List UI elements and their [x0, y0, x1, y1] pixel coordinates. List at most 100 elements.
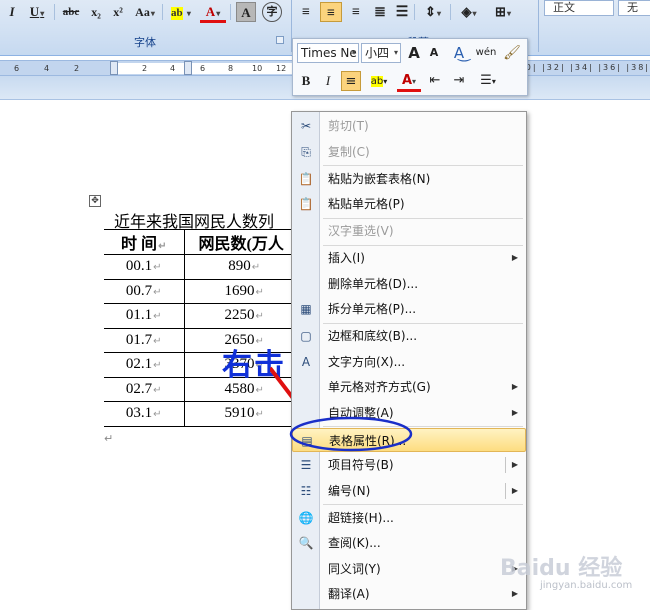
align-left-button[interactable]: ≡ [296, 2, 316, 22]
ruler-column-marker[interactable] [110, 61, 118, 75]
grow-font-button[interactable]: A [405, 43, 423, 63]
borders-icon: ▢ [300, 329, 312, 343]
cell-time[interactable]: 02.7↵ [104, 377, 185, 402]
cell-time[interactable]: 00.1↵ [104, 254, 185, 280]
cell-value: 5910 [224, 405, 255, 422]
highlight-color-button[interactable]: ab [166, 2, 196, 22]
bold-button[interactable]: B [297, 71, 315, 91]
font-dialog-launcher-icon[interactable] [276, 36, 284, 44]
table-move-handle-icon[interactable]: ✥ [89, 195, 101, 207]
italic-button[interactable]: I [319, 71, 337, 91]
cell-time[interactable]: 03.1↵ [104, 401, 185, 427]
menu-item-label: 查阅(K)... [328, 536, 381, 550]
ruler-tick: 12 [276, 64, 287, 73]
enclose-characters-button[interactable]: 字 [262, 2, 282, 22]
cell-users[interactable]: 2250↵ [184, 303, 304, 329]
menu-item[interactable]: 单元格对齐方式(G) ▶ [292, 375, 526, 399]
cell-value: 00.1 [125, 258, 153, 275]
numbering-icon: ☷ [300, 483, 312, 498]
scissors-icon: ✂ [300, 119, 312, 133]
format-painter-button[interactable]: 🖌 [501, 43, 523, 63]
menu-item[interactable]: 🔍 查阅(K)... [292, 531, 526, 555]
character-shading-button[interactable]: A [236, 2, 256, 22]
italic-button[interactable]: I [4, 2, 20, 22]
submenu-arrow-icon: ▶ [511, 460, 518, 469]
menu-item[interactable]: A 文字方向(X)... [292, 350, 526, 374]
menu-item[interactable]: 删除单元格(D)... [292, 272, 526, 296]
menu-item[interactable]: 插入(I) ▶ [292, 246, 526, 270]
menu-item[interactable]: ▢ 边框和底纹(B)... [292, 324, 526, 348]
menu-item[interactable]: ☰ 项目符号(B) ▶ [292, 453, 526, 477]
change-case-button[interactable]: Aa [132, 2, 158, 22]
line-spacing-button[interactable]: ⇕ [418, 2, 448, 22]
paragraph-mark: ↵ [251, 262, 261, 274]
menu-item-label: 项目符号(B) [328, 458, 394, 472]
paragraph-mark: ↵ [153, 360, 162, 372]
align-center-icon: ≡ [327, 6, 335, 21]
font-size-select[interactable]: 小四 [361, 43, 401, 63]
highlight-button[interactable]: ab▾ [365, 71, 393, 91]
shrink-font-button[interactable]: A [425, 43, 443, 63]
chevron-down-icon: ▾ [412, 77, 417, 86]
menu-item[interactable]: ⎘ 复制(C) [292, 140, 526, 164]
menu-item[interactable]: 📋 粘贴单元格(P) [292, 192, 526, 216]
paragraph-mark: ↵ [255, 384, 264, 396]
align-right-button[interactable]: ≡ [346, 2, 366, 22]
column-header-time[interactable]: 时 间↵ [104, 229, 185, 255]
shading-button[interactable]: ◈ [454, 2, 484, 22]
ruler-tick: 6 [14, 64, 20, 73]
split-cells-icon: ▦ [300, 302, 312, 316]
menu-item[interactable]: 📋 粘贴为嵌套表格(N) [292, 167, 526, 191]
cell-value: 02.7 [125, 380, 153, 397]
borders-button[interactable]: ⊞ [488, 2, 518, 22]
cell-users[interactable]: 1690↵ [184, 279, 304, 304]
menu-item[interactable]: 🌐 超链接(H)... [292, 506, 526, 530]
column-header-users[interactable]: 网民数(万人 [184, 229, 304, 255]
menu-item[interactable]: 翻译(A) ▶ [292, 582, 526, 606]
menu-item[interactable]: ☷ 编号(N) ▶ [292, 479, 526, 503]
bullets-button[interactable]: ☰▾ [473, 71, 503, 91]
toolbar-separator [450, 4, 451, 20]
menu-item-label: 复制(C) [328, 144, 370, 159]
column-header-label: 时 间 [121, 236, 158, 253]
strikethrough-button[interactable]: abc [58, 2, 84, 22]
ruler-tick: 6 [200, 64, 206, 73]
menu-item[interactable]: 汉字重选(V) [292, 219, 526, 243]
watermark-logo: Baidu 经验 [500, 556, 623, 581]
align-center-button[interactable]: ≡ [320, 2, 342, 22]
center-button[interactable]: ≡ [341, 71, 361, 91]
cell-time[interactable]: 00.7↵ [104, 279, 185, 304]
cell-time[interactable]: 01.1↵ [104, 303, 185, 329]
menu-item[interactable]: ✂ 剪切(T) [292, 114, 526, 138]
style-no-spacing[interactable]: 无 [618, 0, 650, 16]
paint-bucket-icon: ◈ [461, 4, 472, 19]
highlighter-icon: ab [171, 7, 183, 20]
distributed-button[interactable]: ☰ [392, 2, 412, 22]
font-color-button[interactable]: A [200, 2, 226, 23]
border-grid-icon: ⊞ [495, 4, 506, 19]
justify-button[interactable]: ≣ [370, 2, 390, 22]
menu-item-label: 删除单元格(D)... [328, 276, 419, 291]
menu-item-label: 插入(I) [328, 251, 365, 265]
ruler-column-marker[interactable] [184, 61, 192, 75]
cell-time[interactable]: 01.7↵ [104, 328, 185, 353]
justify-icon: ≣ [374, 5, 386, 20]
phonetic-guide-button[interactable]: wén [475, 43, 497, 63]
menu-item[interactable]: 同义词(Y) ▶ [292, 557, 526, 581]
align-left-icon: ≡ [302, 5, 310, 20]
underline-button[interactable]: U [26, 2, 48, 22]
font-name-select[interactable]: Times Ne [297, 43, 359, 63]
decrease-indent-button[interactable]: ⇤ [425, 71, 445, 91]
superscript-button[interactable]: x² [108, 2, 128, 22]
subscript-button[interactable]: x₂ [86, 2, 106, 22]
text-direction-icon: A [301, 354, 311, 369]
clear-format-button[interactable]: A͜ [447, 43, 471, 63]
menu-item-label: 剪切(T) [328, 119, 369, 133]
cell-time[interactable]: 02.1↵ [104, 352, 185, 378]
increase-indent-button[interactable]: ⇥ [449, 71, 469, 91]
font-color-button[interactable]: A▾ [397, 71, 421, 92]
cell-users[interactable]: 890↵ [184, 254, 304, 280]
style-normal-label: 正文 [553, 1, 575, 14]
style-normal[interactable]: 正文 [544, 0, 614, 16]
menu-item[interactable]: ▦ 拆分单元格(P)... [292, 297, 526, 321]
